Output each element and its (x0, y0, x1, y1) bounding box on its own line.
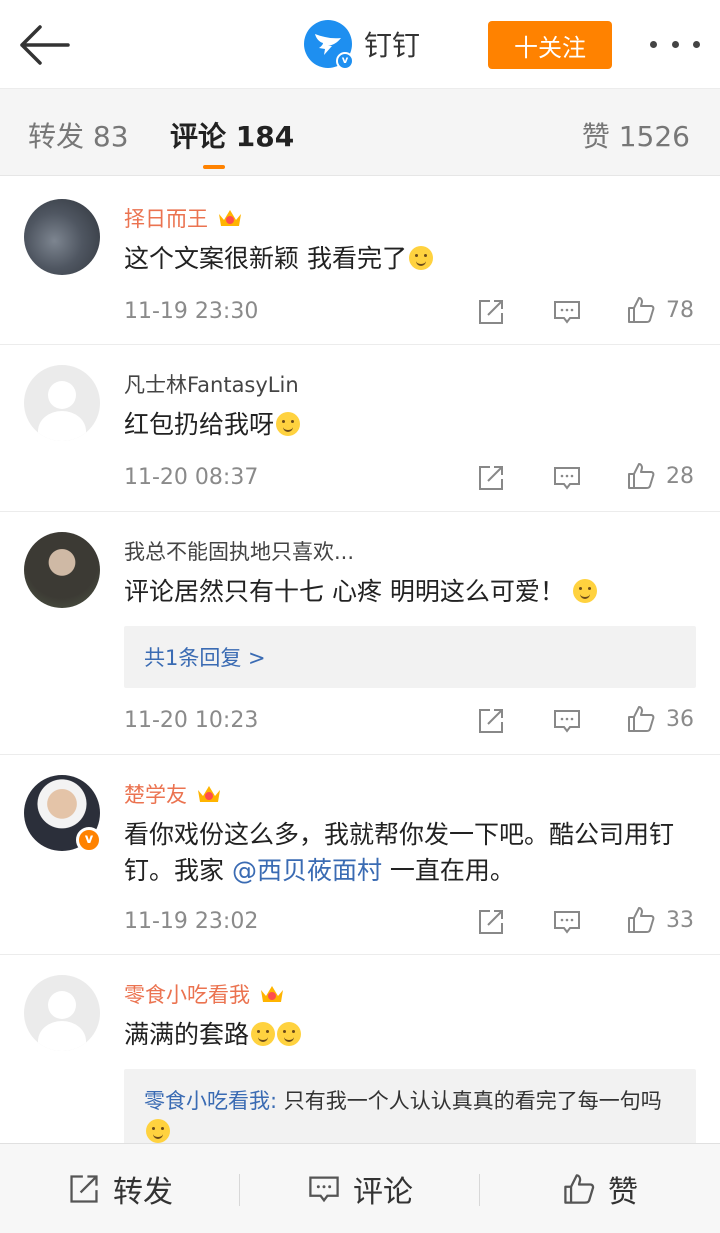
like-button[interactable]: 36 (626, 704, 694, 734)
comment-text: 红包扔给我呀 (124, 407, 704, 443)
comment-button[interactable]: 评论 (240, 1144, 480, 1233)
emoji-icon (276, 412, 301, 436)
comment-icon (309, 1176, 339, 1203)
vip-crown-icon (219, 210, 241, 226)
reply-author[interactable]: 零食小吃看我: (144, 1089, 277, 1113)
emoji-icon (146, 1119, 170, 1143)
thumbs-up-icon (628, 907, 655, 933)
comment-text: 评论居然只有十七 心疼 明明这么可爱！ (124, 574, 704, 610)
emoji-icon (251, 1022, 276, 1046)
like-count: 78 (666, 297, 694, 323)
comment-time: 11-20 08:37 (124, 465, 259, 490)
like-button[interactable]: 28 (626, 461, 694, 491)
reply-text: 只有我一个人认认真真的看完了每一句吗 (277, 1089, 662, 1113)
comment-item: v 楚学友 看你戏份这么多，我就帮你发一下吧。酷公司用钉钉。我家 @西贝莜面村 … (0, 755, 720, 955)
emoji-icon (572, 579, 597, 603)
follow-button[interactable]: 十关注 (488, 21, 612, 69)
comment-author[interactable]: 零食小吃看我 (124, 979, 286, 1009)
comment-author[interactable]: 凡士林FantasyLin (124, 369, 299, 399)
repost-button[interactable]: 转发 (0, 1144, 240, 1233)
comment-author[interactable]: 择日而王 (124, 203, 244, 233)
comment-item: 择日而王 这个文案很新颖 我看完了 11-19 23:30 78 (0, 177, 720, 345)
share-icon[interactable] (476, 297, 506, 327)
like-count: 28 (666, 463, 694, 489)
reply-icon[interactable] (552, 463, 582, 493)
tab-bar: 转发 83 评论 184 赞 1526 (0, 88, 720, 176)
comment-time: 11-20 10:23 (124, 708, 259, 733)
avatar[interactable] (24, 975, 100, 1051)
avatar[interactable] (24, 532, 100, 608)
comment-time: 11-19 23:02 (124, 909, 259, 934)
comment-author[interactable]: 楚学友 (124, 779, 223, 809)
verified-badge-icon: v (76, 827, 102, 853)
share-icon[interactable] (476, 907, 506, 937)
dingtalk-logo-icon: v (304, 20, 354, 70)
comment-text: 这个文案很新颖 我看完了 (124, 241, 704, 277)
avatar[interactable] (24, 199, 100, 275)
more-options-icon[interactable] (650, 34, 700, 54)
account-brand[interactable]: v 钉钉 (304, 20, 421, 70)
share-icon[interactable] (476, 706, 506, 736)
like-button[interactable]: 33 (626, 905, 694, 935)
active-tab-indicator (203, 165, 225, 169)
like-count: 36 (666, 706, 694, 732)
tab-repost[interactable]: 转发 83 (28, 115, 129, 155)
reply-icon[interactable] (552, 907, 582, 937)
comment-item: 零食小吃看我 满满的套路 零食小吃看我: 只有我一个人认认真真的看完了每一句吗 (0, 955, 720, 1165)
like-button[interactable]: 78 (626, 295, 694, 325)
reply-icon[interactable] (552, 297, 582, 327)
repost-label: 转发 (113, 1175, 173, 1210)
comment-text: 看你戏份这么多，我就帮你发一下吧。酷公司用钉钉。我家 @西贝莜面村 一直在用。 (124, 820, 675, 885)
bottom-action-bar: 转发 评论 赞 (0, 1143, 720, 1233)
thumbs-up-icon (628, 706, 655, 732)
avatar[interactable] (24, 365, 100, 441)
comment-list: 择日而王 这个文案很新颖 我看完了 11-19 23:30 78 凡士林Fant… (0, 177, 720, 1165)
author-name: 择日而王 (124, 207, 208, 231)
vip-crown-icon (198, 786, 220, 802)
comment-label: 评论 (353, 1175, 413, 1210)
author-name: 凡士林FantasyLin (124, 373, 299, 397)
top-nav-bar: v 钉钉 十关注 (0, 0, 720, 88)
mention-link[interactable]: @西贝莜面村 (232, 856, 382, 885)
author-name: 我总不能固执地只喜欢... (124, 540, 355, 564)
tab-comment[interactable]: 评论 184 (170, 115, 294, 155)
account-name: 钉钉 (364, 29, 421, 62)
comment-author[interactable]: 我总不能固执地只喜欢... (124, 536, 354, 566)
back-arrow-icon[interactable] (18, 24, 70, 66)
tab-like[interactable]: 赞 1526 (582, 115, 690, 155)
comment-item: 我总不能固执地只喜欢... 评论居然只有十七 心疼 明明这么可爱！ 共1条回复 … (0, 512, 720, 755)
share-icon (70, 1175, 98, 1203)
emoji-icon (277, 1022, 302, 1046)
vip-crown-icon (261, 986, 283, 1002)
view-replies-link[interactable]: 共1条回复 > (144, 642, 266, 672)
comment-time: 11-19 23:30 (124, 299, 259, 324)
verified-badge-icon: v (336, 52, 354, 70)
author-name: 零食小吃看我 (124, 983, 250, 1007)
thumbs-up-icon (628, 463, 655, 489)
thumbs-up-icon (628, 297, 655, 323)
share-icon[interactable] (476, 463, 506, 493)
emoji-icon (408, 246, 433, 270)
author-name: 楚学友 (124, 783, 187, 807)
thumbs-up-icon (564, 1174, 595, 1204)
reply-summary-box[interactable]: 共1条回复 > (124, 626, 696, 688)
like-bottom-button[interactable]: 赞 (480, 1144, 720, 1233)
like-label: 赞 (608, 1175, 638, 1210)
comment-text: 满满的套路 (124, 1017, 704, 1053)
like-count: 33 (666, 907, 694, 933)
reply-icon[interactable] (552, 706, 582, 736)
comment-item: 凡士林FantasyLin 红包扔给我呀 11-20 08:37 28 (0, 345, 720, 512)
